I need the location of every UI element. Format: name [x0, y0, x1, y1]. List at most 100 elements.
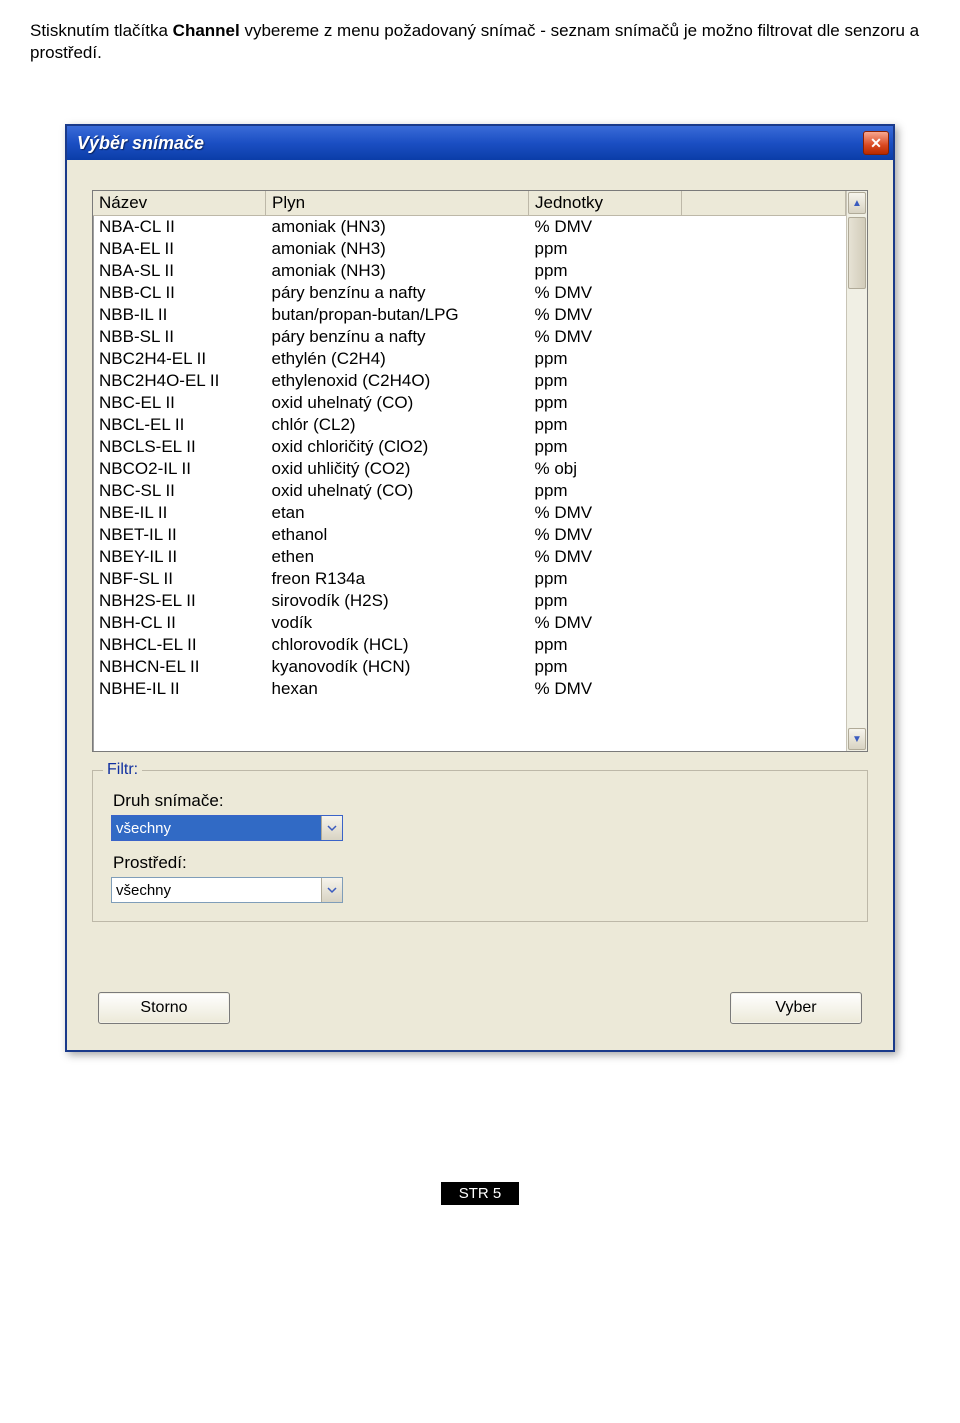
- table-row[interactable]: NBHE-IL IIhexan% DMV: [93, 678, 846, 700]
- col-header-spacer: [682, 191, 846, 216]
- cell-name: NBC-SL II: [93, 480, 266, 502]
- cell-spacer: [682, 546, 846, 568]
- cell-spacer: [682, 326, 846, 348]
- dialog-title: Výběr snímače: [77, 133, 204, 154]
- cell-gas: butan/propan-butan/LPG: [266, 304, 529, 326]
- cancel-button[interactable]: Storno: [98, 992, 230, 1024]
- col-header-name[interactable]: Název: [93, 191, 266, 216]
- cell-gas: amoniak (NH3): [266, 260, 529, 282]
- cell-gas: ethanol: [266, 524, 529, 546]
- table-row[interactable]: NBCLS-EL IIoxid chloričitý (ClO2)ppm: [93, 436, 846, 458]
- vertical-scrollbar[interactable]: ▲ ▼: [846, 191, 867, 751]
- cell-units: % DMV: [529, 524, 682, 546]
- cell-gas: oxid chloričitý (ClO2): [266, 436, 529, 458]
- cell-units: ppm: [529, 348, 682, 370]
- cell-gas: amoniak (NH3): [266, 238, 529, 260]
- cell-gas: ethylén (C2H4): [266, 348, 529, 370]
- cell-name: NBA-CL II: [93, 216, 266, 239]
- scroll-down-button[interactable]: ▼: [848, 728, 866, 750]
- table-row[interactable]: NBF-SL IIfreon R134appm: [93, 568, 846, 590]
- table-row[interactable]: NBA-CL IIamoniak (HN3)% DMV: [93, 216, 846, 239]
- cell-units: % DMV: [529, 612, 682, 634]
- cell-gas: amoniak (HN3): [266, 216, 529, 239]
- cell-spacer: [682, 524, 846, 546]
- cell-name: NBH-CL II: [93, 612, 266, 634]
- table-row[interactable]: NBA-EL IIamoniak (NH3)ppm: [93, 238, 846, 260]
- cell-units: % DMV: [529, 326, 682, 348]
- environment-combo[interactable]: všechny: [111, 877, 343, 903]
- close-icon: ✕: [870, 136, 882, 150]
- sensor-type-label: Druh snímače:: [113, 791, 849, 811]
- cell-spacer: [682, 260, 846, 282]
- table-row[interactable]: NBH-CL IIvodík% DMV: [93, 612, 846, 634]
- table-row[interactable]: NBEY-IL IIethen% DMV: [93, 546, 846, 568]
- table-row[interactable]: NBCO2-IL IIoxid uhličitý (CO2)% obj: [93, 458, 846, 480]
- filter-group: Filtr: Druh snímače: všechny Prostředí: …: [92, 770, 868, 922]
- table-row[interactable]: NBCL-EL IIchlór (CL2)ppm: [93, 414, 846, 436]
- chevron-down-icon: [327, 823, 337, 833]
- table-row[interactable]: NBC-EL IIoxid uhelnatý (CO)ppm: [93, 392, 846, 414]
- cell-units: ppm: [529, 370, 682, 392]
- cell-spacer: [682, 656, 846, 678]
- cell-units: % DMV: [529, 304, 682, 326]
- chevron-down-icon: ▼: [852, 734, 862, 745]
- cell-spacer: [682, 612, 846, 634]
- table-row[interactable]: NBHCN-EL IIkyanovodík (HCN)ppm: [93, 656, 846, 678]
- table-row[interactable]: NBA-SL IIamoniak (NH3)ppm: [93, 260, 846, 282]
- cell-name: NBH2S-EL II: [93, 590, 266, 612]
- table-row[interactable]: NBC2H4-EL IIethylén (C2H4)ppm: [93, 348, 846, 370]
- cell-units: ppm: [529, 634, 682, 656]
- cell-units: ppm: [529, 392, 682, 414]
- close-button[interactable]: ✕: [863, 131, 889, 155]
- table-row[interactable]: NBB-SL IIpáry benzínu a nafty% DMV: [93, 326, 846, 348]
- intro-prefix: Stisknutím tlačítka: [30, 21, 173, 40]
- table-row[interactable]: NBH2S-EL IIsirovodík (H2S)ppm: [93, 590, 846, 612]
- sensor-type-value: všechny: [112, 816, 321, 840]
- cell-gas: oxid uhelnatý (CO): [266, 480, 529, 502]
- cell-spacer: [682, 348, 846, 370]
- table-row[interactable]: NBC2H4O-EL IIethylenoxid (C2H4O)ppm: [93, 370, 846, 392]
- cell-spacer: [682, 436, 846, 458]
- cell-units: % DMV: [529, 678, 682, 700]
- col-header-gas[interactable]: Plyn: [266, 191, 529, 216]
- cell-spacer: [682, 678, 846, 700]
- table-row[interactable]: NBC-SL IIoxid uhelnatý (CO)ppm: [93, 480, 846, 502]
- cell-units: ppm: [529, 414, 682, 436]
- cell-spacer: [682, 568, 846, 590]
- cell-gas: kyanovodík (HCN): [266, 656, 529, 678]
- select-button[interactable]: Vyber: [730, 992, 862, 1024]
- scroll-thumb[interactable]: [848, 217, 866, 289]
- table-row[interactable]: NBET-IL IIethanol% DMV: [93, 524, 846, 546]
- cell-units: % DMV: [529, 216, 682, 239]
- cell-name: NBB-CL II: [93, 282, 266, 304]
- environment-value: všechny: [112, 878, 321, 902]
- cell-gas: freon R134a: [266, 568, 529, 590]
- table-row[interactable]: NBE-IL IIetan% DMV: [93, 502, 846, 524]
- table-row[interactable]: NBB-CL IIpáry benzínu a nafty% DMV: [93, 282, 846, 304]
- cell-spacer: [682, 304, 846, 326]
- page-number-badge: STR 5: [441, 1182, 520, 1205]
- scroll-track[interactable]: [847, 215, 867, 727]
- sensor-type-dropdown-button[interactable]: [321, 816, 342, 840]
- cell-name: NBHE-IL II: [93, 678, 266, 700]
- sensor-table[interactable]: Název Plyn Jednotky NBA-CL IIamoniak (HN…: [93, 191, 846, 700]
- cell-name: NBA-SL II: [93, 260, 266, 282]
- cell-spacer: [682, 238, 846, 260]
- col-header-units[interactable]: Jednotky: [529, 191, 682, 216]
- scroll-up-button[interactable]: ▲: [848, 192, 866, 214]
- sensor-type-combo[interactable]: všechny: [111, 815, 343, 841]
- cell-name: NBEY-IL II: [93, 546, 266, 568]
- environment-dropdown-button[interactable]: [321, 878, 342, 902]
- cell-spacer: [682, 370, 846, 392]
- table-row[interactable]: NBB-IL IIbutan/propan-butan/LPG% DMV: [93, 304, 846, 326]
- chevron-down-icon: [327, 885, 337, 895]
- cell-name: NBC2H4O-EL II: [93, 370, 266, 392]
- cell-name: NBCL-EL II: [93, 414, 266, 436]
- cell-units: % DMV: [529, 282, 682, 304]
- cell-spacer: [682, 458, 846, 480]
- cell-name: NBHCN-EL II: [93, 656, 266, 678]
- table-row[interactable]: NBHCL-EL IIchlorovodík (HCL)ppm: [93, 634, 846, 656]
- cell-gas: ethen: [266, 546, 529, 568]
- cell-gas: vodík: [266, 612, 529, 634]
- cell-spacer: [682, 392, 846, 414]
